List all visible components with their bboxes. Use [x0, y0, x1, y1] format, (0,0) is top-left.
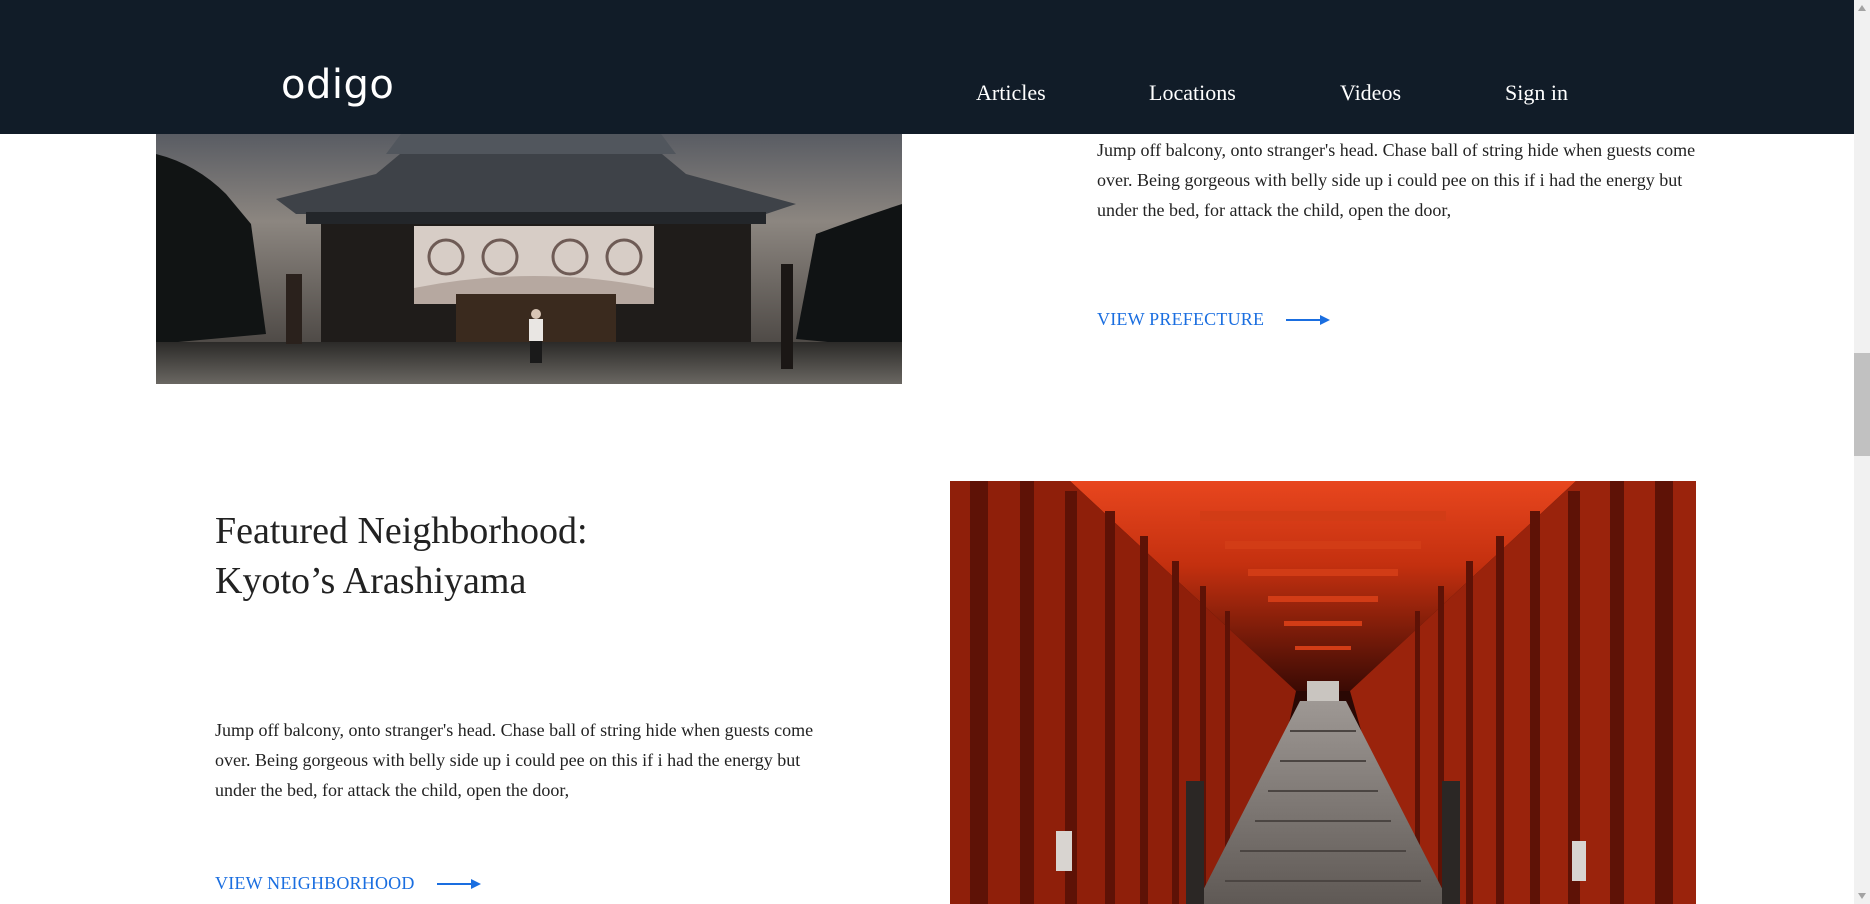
temple-photo: [156, 134, 902, 384]
view-neighborhood-link[interactable]: VIEW NEIGHBORHOOD: [215, 873, 481, 894]
neighborhood-description: Jump off balcony, onto stranger's head. …: [215, 720, 814, 800]
view-neighborhood-label: VIEW NEIGHBORHOOD: [215, 873, 415, 893]
site-logo[interactable]: odigo: [281, 62, 394, 108]
nav-locations[interactable]: Locations: [1149, 80, 1236, 106]
arrow-right-icon: [1286, 314, 1331, 325]
prefecture-description: Jump off balcony, onto stranger's head. …: [1097, 140, 1696, 220]
scrollbar-thumb[interactable]: [1854, 353, 1870, 456]
arrow-right-icon: [436, 878, 481, 889]
torii-illustration: [950, 481, 1696, 904]
neighborhood-title: Featured Neighborhood: Kyoto’s Arashiyam…: [215, 506, 588, 606]
nav-videos[interactable]: Videos: [1340, 80, 1401, 106]
view-prefecture-label: VIEW PREFECTURE: [1097, 309, 1265, 329]
view-prefecture-link[interactable]: VIEW PREFECTURE: [1097, 309, 1331, 330]
nav-sign-in[interactable]: Sign in: [1505, 80, 1568, 106]
scroll-down-icon[interactable]: [1854, 888, 1870, 904]
scroll-up-icon[interactable]: [1854, 0, 1870, 16]
torii-gates-photo: [950, 481, 1696, 904]
nav-articles[interactable]: Articles: [976, 80, 1046, 106]
neighborhood-title-line2: Kyoto’s Arashiyama: [215, 560, 527, 602]
site-header: odigo Articles Locations Videos Sign in: [0, 0, 1854, 134]
neighborhood-title-line1: Featured Neighborhood:: [215, 510, 588, 552]
temple-illustration: [156, 134, 902, 384]
